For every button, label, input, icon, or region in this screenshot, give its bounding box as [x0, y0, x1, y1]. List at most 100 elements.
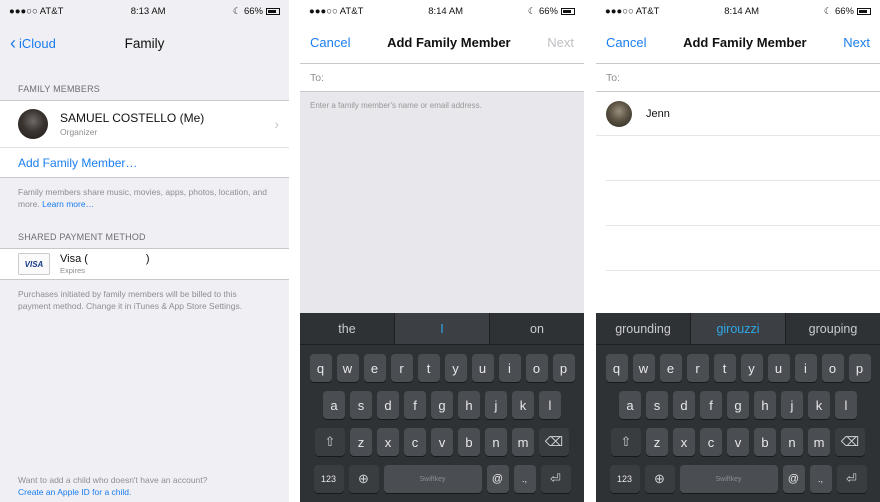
key-g[interactable]: g [727, 391, 749, 419]
key-row-3: ⇧ z x c v b n m ⌫ [596, 428, 880, 456]
cancel-button[interactable]: Cancel [310, 35, 350, 50]
key-w[interactable]: w [632, 354, 655, 382]
key-row-1: q w e r t y u i o p [300, 354, 584, 382]
create-child-id-link[interactable]: Create an Apple ID for a child. [18, 487, 131, 497]
return-icon[interactable]: ⏎ [836, 465, 867, 493]
key-v[interactable]: v [727, 428, 749, 456]
key-u[interactable]: u [767, 354, 790, 382]
return-icon[interactable]: ⏎ [540, 465, 571, 493]
status-bar: ●●●○○ AT&T 8:14 AM ☾ 66% [596, 0, 880, 22]
key-z[interactable]: z [350, 428, 372, 456]
key-h[interactable]: h [754, 391, 776, 419]
avatar [18, 109, 48, 139]
key-n[interactable]: n [485, 428, 507, 456]
suggestion-left[interactable]: grounding [596, 313, 690, 344]
backspace-icon[interactable]: ⌫ [539, 428, 569, 456]
space-bar[interactable]: Swiftkey [679, 465, 778, 493]
key-row-2: a s d f g h j k l [596, 391, 880, 419]
key-l[interactable]: l [835, 391, 857, 419]
key-h[interactable]: h [458, 391, 480, 419]
contact-row[interactable]: Jenn [596, 92, 880, 136]
key-f[interactable]: f [404, 391, 426, 419]
key-r[interactable]: r [390, 354, 413, 382]
key-o[interactable]: o [525, 354, 548, 382]
key-a[interactable]: a [619, 391, 641, 419]
key-x[interactable]: x [377, 428, 399, 456]
globe-icon[interactable]: ⊕ [348, 465, 379, 493]
back-button[interactable]: ‹ iCloud [10, 34, 56, 52]
key-l[interactable]: l [539, 391, 561, 419]
numbers-key[interactable]: 123 [313, 465, 344, 493]
key-y[interactable]: y [740, 354, 763, 382]
key-s[interactable]: s [350, 391, 372, 419]
add-family-member-screen-empty: ●●●○○ AT&T 8:14 AM ☾ 66% Cancel Add Fami… [300, 0, 584, 502]
key-o[interactable]: o [821, 354, 844, 382]
key-e[interactable]: e [659, 354, 682, 382]
key-t[interactable]: t [417, 354, 440, 382]
member-role: Organizer [60, 127, 98, 137]
key-d[interactable]: d [673, 391, 695, 419]
punctuation-key[interactable]: ., [513, 465, 536, 493]
learn-more-link[interactable]: Learn more… [42, 199, 94, 209]
key-m[interactable]: m [512, 428, 534, 456]
shift-icon[interactable]: ⇧ [611, 428, 641, 456]
suggestion-right[interactable]: grouping [786, 313, 880, 344]
key-q[interactable]: q [605, 354, 628, 382]
key-j[interactable]: j [485, 391, 507, 419]
key-at[interactable]: @ [486, 465, 509, 493]
key-i[interactable]: i [794, 354, 817, 382]
suggestion-left[interactable]: the [300, 313, 394, 344]
punctuation-key[interactable]: ., [809, 465, 832, 493]
list-separator [606, 226, 880, 271]
key-k[interactable]: k [808, 391, 830, 419]
key-y[interactable]: y [444, 354, 467, 382]
key-p[interactable]: p [848, 354, 871, 382]
key-n[interactable]: n [781, 428, 803, 456]
payment-header: SHARED PAYMENT METHOD [18, 232, 146, 242]
add-family-member-button[interactable]: Add Family Member… [0, 148, 289, 178]
key-u[interactable]: u [471, 354, 494, 382]
suggestion-middle[interactable]: I [394, 313, 490, 344]
key-s[interactable]: s [646, 391, 668, 419]
key-w[interactable]: w [336, 354, 359, 382]
key-i[interactable]: i [498, 354, 521, 382]
suggestion-right[interactable]: on [490, 313, 584, 344]
to-field[interactable]: To: [596, 64, 880, 92]
key-at[interactable]: @ [782, 465, 805, 493]
key-b[interactable]: b [458, 428, 480, 456]
key-m[interactable]: m [808, 428, 830, 456]
suggestion-middle[interactable]: girouzzi [690, 313, 786, 344]
key-r[interactable]: r [686, 354, 709, 382]
key-j[interactable]: j [781, 391, 803, 419]
key-k[interactable]: k [512, 391, 534, 419]
family-member-row[interactable]: SAMUEL COSTELLO (Me) Organizer › [0, 100, 289, 148]
key-d[interactable]: d [377, 391, 399, 419]
key-a[interactable]: a [323, 391, 345, 419]
key-f[interactable]: f [700, 391, 722, 419]
space-bar[interactable]: Swiftkey [383, 465, 482, 493]
suggestion-bar: grounding girouzzi grouping [596, 313, 880, 345]
key-q[interactable]: q [309, 354, 332, 382]
key-b[interactable]: b [754, 428, 776, 456]
backspace-icon[interactable]: ⌫ [835, 428, 865, 456]
globe-icon[interactable]: ⊕ [644, 465, 675, 493]
battery-percent: 66% [243, 5, 263, 17]
numbers-key[interactable]: 123 [609, 465, 640, 493]
payment-method-row[interactable]: VISA Visa () Expires [0, 248, 289, 280]
key-t[interactable]: t [713, 354, 736, 382]
key-c[interactable]: c [700, 428, 722, 456]
key-row-3: ⇧ z x c v b n m ⌫ [300, 428, 584, 456]
next-button[interactable]: Next [547, 35, 574, 50]
to-field[interactable]: To: [300, 64, 584, 92]
key-g[interactable]: g [431, 391, 453, 419]
key-e[interactable]: e [363, 354, 386, 382]
key-v[interactable]: v [431, 428, 453, 456]
key-p[interactable]: p [552, 354, 575, 382]
cancel-button[interactable]: Cancel [606, 35, 646, 50]
key-z[interactable]: z [646, 428, 668, 456]
shift-icon[interactable]: ⇧ [315, 428, 345, 456]
key-x[interactable]: x [673, 428, 695, 456]
contact-name: Jenn [646, 107, 670, 120]
next-button[interactable]: Next [843, 35, 870, 50]
key-c[interactable]: c [404, 428, 426, 456]
